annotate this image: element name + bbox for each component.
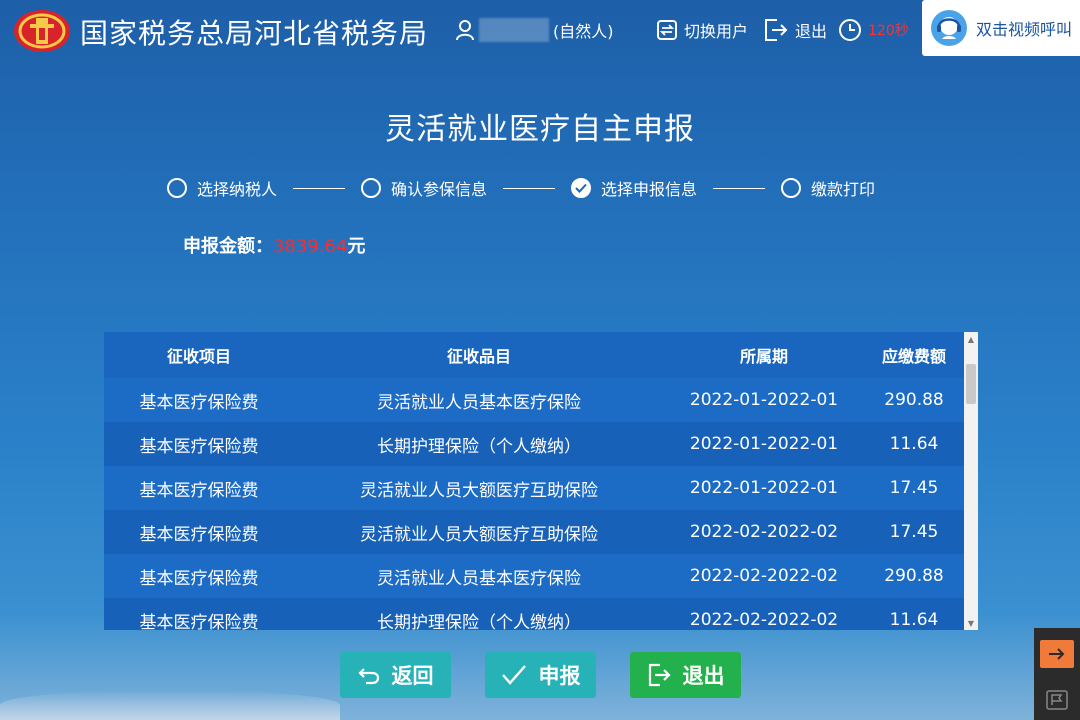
step-label: 选择申报信息 <box>601 180 698 199</box>
user-icon <box>456 20 474 41</box>
amount-unit: 元 <box>347 236 366 257</box>
table-row[interactable]: 基本医疗保险费 灵活就业人员大额医疗互助保险 2022-01-2022-01 1… <box>104 466 978 510</box>
step-circle-icon <box>781 178 802 198</box>
timer-value: 120秒 <box>868 23 909 39</box>
cell-category: 灵活就业人员大额医疗互助保险 <box>360 480 598 501</box>
cell-period: 2022-02-2022-02 <box>689 610 839 630</box>
table-scrollbar[interactable]: ▲ ▼ <box>964 332 978 630</box>
arrow-right-icon <box>1049 648 1065 660</box>
table-row[interactable]: 基本医疗保险费 灵活就业人员基本医疗保险 2022-02-2022-02 290… <box>104 554 978 598</box>
switch-icon <box>657 20 677 40</box>
table-row[interactable]: 基本医疗保险费 长期护理保险（个人缴纳） 2022-01-2022-01 11.… <box>104 422 978 466</box>
cell-category: 长期护理保险（个人缴纳） <box>377 436 581 457</box>
cell-amount: 290.88 <box>884 390 944 410</box>
check-circle-icon <box>571 178 592 198</box>
cell-item: 基本医疗保险费 <box>139 480 259 501</box>
switch-user-label: 切换用户 <box>684 22 749 41</box>
user-type-label: (自然人) <box>553 22 614 41</box>
user-name-masked <box>479 18 549 42</box>
cell-category: 灵活就业人员基本医疗保险 <box>377 392 581 413</box>
step-select-declaration: 选择申报信息 <box>571 176 697 200</box>
step-connector <box>503 187 556 189</box>
step-connector <box>293 187 346 189</box>
column-header: 应缴费额 <box>881 347 946 366</box>
step-payment-print: 缴款打印 <box>781 176 875 200</box>
progress-stepper: 选择纳税人 确认参保信息 选择申报信息 缴款打印 <box>167 176 875 200</box>
cell-period: 2022-01-2022-01 <box>689 478 839 498</box>
table-row[interactable]: 基本医疗保险费 灵活就业人员基本医疗保险 2022-01-2022-01 290… <box>104 378 978 422</box>
cell-period: 2022-01-2022-01 <box>689 390 839 410</box>
cell-period: 2022-02-2022-02 <box>689 522 839 542</box>
cell-item: 基本医疗保险费 <box>139 568 259 589</box>
clock-icon <box>839 19 861 41</box>
cell-period: 2022-02-2022-02 <box>689 566 839 586</box>
cell-item: 基本医疗保险费 <box>139 612 259 631</box>
submit-label: 申报 <box>538 664 581 688</box>
cell-category: 灵活就业人员大额医疗互助保险 <box>360 524 598 545</box>
flag-icon[interactable] <box>1046 690 1068 710</box>
step-circle-icon <box>361 178 382 198</box>
cell-item: 基本医疗保险费 <box>139 436 259 457</box>
tax-bureau-logo <box>12 8 72 54</box>
table-body: 基本医疗保险费 灵活就业人员基本医疗保险 2022-01-2022-01 290… <box>104 378 978 630</box>
column-header: 征收项目 <box>166 347 231 366</box>
cell-period: 2022-01-2022-01 <box>689 434 839 454</box>
cell-amount: 11.64 <box>889 434 939 454</box>
video-call-label: 双击视频呼叫 <box>976 20 1073 39</box>
back-label: 返回 <box>391 664 434 688</box>
scroll-up-icon[interactable]: ▲ <box>964 332 978 346</box>
scroll-down-icon[interactable]: ▼ <box>964 616 978 630</box>
table-row[interactable]: 基本医疗保险费 灵活就业人员大额医疗互助保险 2022-02-2022-02 1… <box>104 510 978 554</box>
exit-icon <box>648 663 671 687</box>
logout-button[interactable]: 退出 <box>763 18 827 42</box>
cell-amount: 17.45 <box>889 478 939 498</box>
back-button[interactable]: 返回 <box>340 652 451 698</box>
return-icon <box>357 668 379 685</box>
logout-icon <box>765 19 788 41</box>
amount-label: 申报金额： <box>183 236 273 257</box>
cell-item: 基本医疗保险费 <box>139 392 259 413</box>
cell-amount: 290.88 <box>884 566 944 586</box>
step-confirm-insurance: 确认参保信息 <box>361 176 487 200</box>
session-timer: 120秒 <box>838 18 909 42</box>
submit-button[interactable]: 申报 <box>485 652 596 698</box>
step-label: 确认参保信息 <box>391 180 488 199</box>
brand-title: 国家税务总局河北省税务局 <box>80 17 429 50</box>
customer-service-icon <box>931 10 967 46</box>
page-title: 灵活就业医疗自主申报 <box>385 112 695 147</box>
declaration-table: 征收项目 征收品目 所属期 应缴费额 基本医疗保险费 灵活就业人员基本医疗保险 … <box>104 332 978 630</box>
cell-amount: 11.64 <box>889 610 939 630</box>
scroll-thumb[interactable] <box>966 364 976 404</box>
cell-category: 长期护理保险（个人缴纳） <box>377 612 581 631</box>
exit-button[interactable]: 退出 <box>630 652 741 698</box>
declaration-amount: 申报金额：3839.64元 <box>183 232 365 258</box>
column-header: 征收品目 <box>446 347 511 366</box>
current-user: (自然人) <box>455 18 614 42</box>
side-toolbar <box>1034 628 1080 720</box>
header-bar: 国家税务总局河北省税务局 (自然人) 切换用户 退出 120秒 双击视频呼叫 <box>0 0 1080 62</box>
video-call-button[interactable]: 双击视频呼叫 <box>922 0 1080 56</box>
step-circle-icon <box>167 178 187 198</box>
column-header: 所属期 <box>739 347 788 366</box>
logout-label: 退出 <box>795 22 828 41</box>
exit-label: 退出 <box>682 664 725 688</box>
checkmark-icon <box>501 665 526 685</box>
step-label: 选择纳税人 <box>197 180 278 199</box>
cell-item: 基本医疗保险费 <box>139 524 259 545</box>
table-row[interactable]: 基本医疗保险费 长期护理保险（个人缴纳） 2022-02-2022-02 11.… <box>104 598 978 630</box>
switch-user-button[interactable]: 切换用户 <box>656 18 748 42</box>
side-arrow-button[interactable] <box>1040 640 1074 668</box>
background-scenery <box>0 690 340 720</box>
step-label: 缴款打印 <box>811 180 876 199</box>
cell-amount: 17.45 <box>889 522 939 542</box>
step-select-taxpayer: 选择纳税人 <box>167 176 277 200</box>
table-header: 征收项目 征收品目 所属期 应缴费额 <box>104 332 978 378</box>
amount-value: 3839.64 <box>273 236 348 257</box>
step-connector <box>713 187 766 189</box>
cell-category: 灵活就业人员基本医疗保险 <box>377 568 581 589</box>
